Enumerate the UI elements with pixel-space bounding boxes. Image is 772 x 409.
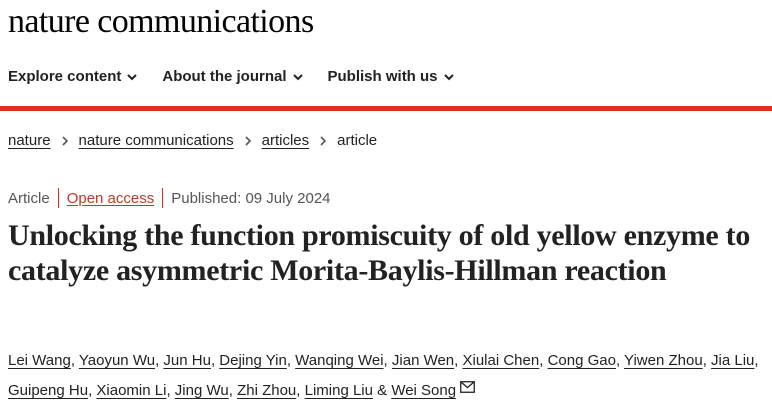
meta-divider xyxy=(57,188,59,208)
main-nav: Explore content About the journal Publis… xyxy=(8,68,479,85)
author-link[interactable]: Zhi Zhou xyxy=(237,382,296,399)
chevron-down-icon xyxy=(443,73,454,80)
chevron-right-icon xyxy=(320,135,327,146)
breadcrumb: nature nature communications articles ar… xyxy=(8,132,377,149)
breadcrumb-current: article xyxy=(337,132,378,149)
nav-explore-content[interactable]: Explore content xyxy=(8,68,138,85)
header-accent-bar xyxy=(0,106,772,111)
nav-publish-with-us[interactable]: Publish with us xyxy=(328,68,455,85)
author-link[interactable]: Liming Liu xyxy=(305,382,373,399)
chevron-down-icon xyxy=(127,73,138,80)
published-date: Published: 09 July 2024 xyxy=(171,189,331,207)
author-link[interactable]: Lei Wang xyxy=(8,352,71,369)
open-access-link[interactable]: Open access xyxy=(67,190,155,207)
author-link[interactable]: Yaoyun Wu xyxy=(79,352,155,369)
author-link[interactable]: Jia Liu xyxy=(711,352,754,369)
author-link[interactable]: Xiaomin Li xyxy=(96,382,166,399)
breadcrumb-articles[interactable]: articles xyxy=(262,132,310,149)
author-ampersand: & xyxy=(372,382,392,399)
author-link[interactable]: Guipeng Hu xyxy=(8,382,88,399)
meta-divider xyxy=(162,188,164,208)
author-link[interactable]: Cong Gao xyxy=(548,352,616,369)
article-title: Unlocking the function promiscuity of ol… xyxy=(8,219,751,287)
chevron-down-icon xyxy=(292,73,303,80)
author-link[interactable]: Jun Hu xyxy=(163,352,211,369)
breadcrumb-nature-communications[interactable]: nature communications xyxy=(79,132,234,149)
breadcrumb-nature[interactable]: nature xyxy=(8,132,51,149)
mail-icon[interactable] xyxy=(460,381,475,393)
nav-item-label: Publish with us xyxy=(327,68,438,85)
author-link[interactable]: Jian Wen xyxy=(392,352,454,369)
author-link[interactable]: Wei Song xyxy=(391,382,456,399)
article-meta: Article Open access Published: 09 July 2… xyxy=(8,188,331,208)
author-link[interactable]: Wanqing Wei xyxy=(295,352,383,369)
author-link[interactable]: Yiwen Zhou xyxy=(624,352,703,369)
article-type: Article xyxy=(8,189,50,207)
chevron-right-icon xyxy=(245,135,251,146)
author-link[interactable]: Dejing Yin xyxy=(219,352,287,369)
chevron-right-icon xyxy=(61,135,68,146)
nav-about-the-journal[interactable]: About the journal xyxy=(162,68,303,85)
site-logo[interactable]: nature communications xyxy=(8,3,314,41)
nav-item-label: Explore content xyxy=(8,68,122,85)
nav-item-label: About the journal xyxy=(162,68,287,85)
author-list: Lei Wang, Yaoyun Wu, Jun Hu, Dejing Yin,… xyxy=(8,352,759,399)
author-link[interactable]: Xiulai Chen xyxy=(463,352,540,369)
author-link[interactable]: Jing Wu xyxy=(175,382,229,399)
